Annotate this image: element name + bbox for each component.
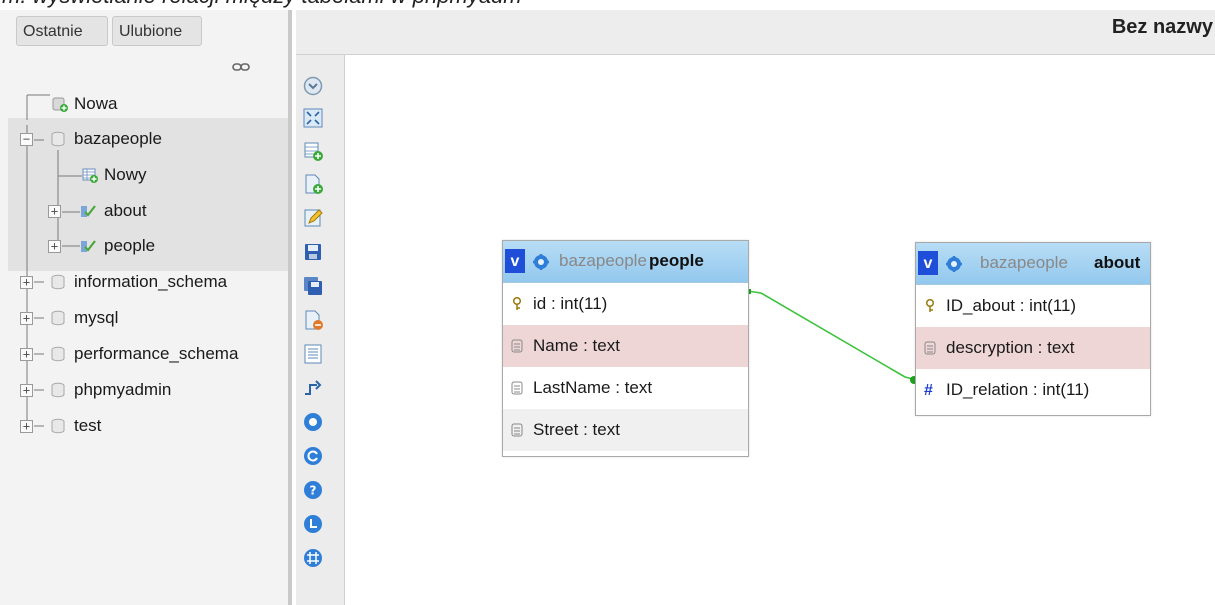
cropped-text-above: m. wyświetlanie relacji między tabelami … bbox=[0, 0, 520, 10]
page-title: Bez nazwy bbox=[1111, 16, 1213, 38]
database-icon bbox=[51, 418, 65, 434]
tree-item-label: performance_schema bbox=[74, 344, 239, 363]
database-icon bbox=[51, 310, 65, 326]
gear-icon[interactable] bbox=[945, 255, 963, 273]
export-icon[interactable] bbox=[302, 343, 324, 365]
add-table-icon[interactable] bbox=[302, 140, 324, 162]
table-name: people bbox=[649, 251, 704, 270]
database-icon bbox=[51, 131, 65, 147]
column-label: descryption : text bbox=[946, 338, 1075, 357]
tree-item-label: about bbox=[104, 201, 147, 220]
column-row[interactable]: ID_about : int(11) bbox=[916, 285, 1150, 327]
expand-icon[interactable]: + bbox=[48, 205, 61, 218]
new-table-icon bbox=[82, 168, 98, 183]
delete-page-icon[interactable] bbox=[302, 309, 324, 331]
table-header[interactable]: v bazapeople people bbox=[503, 241, 748, 283]
column-row[interactable]: id : int(11) bbox=[503, 283, 748, 325]
edit-page-icon[interactable] bbox=[302, 207, 324, 229]
column-label: ID_relation : int(11) bbox=[946, 380, 1090, 399]
table-header[interactable]: v bazapeople about bbox=[916, 243, 1150, 285]
database-icon bbox=[51, 274, 65, 290]
tree-item-label: test bbox=[74, 416, 102, 435]
expand-icon[interactable]: + bbox=[20, 276, 33, 289]
tree-item-label: Nowa bbox=[74, 94, 118, 113]
table-name: about bbox=[1094, 253, 1141, 272]
save-icon[interactable] bbox=[302, 241, 324, 263]
toggle-columns-button[interactable]: v bbox=[918, 251, 938, 275]
navigation-panel: Ostatnie Ulubione Nowa − bazapeople Nowy… bbox=[0, 10, 292, 605]
column-label: ID_about : int(11) bbox=[946, 296, 1077, 315]
designer-table-people[interactable]: v bazapeople people id : int(11) Name : … bbox=[502, 240, 749, 457]
expand-icon[interactable]: + bbox=[20, 420, 33, 433]
angular-links-icon[interactable] bbox=[302, 513, 324, 535]
new-database-icon bbox=[52, 97, 68, 112]
circle-icon[interactable] bbox=[302, 411, 324, 433]
expand-icon[interactable]: + bbox=[20, 312, 33, 325]
designer-toolbar: ? bbox=[296, 55, 345, 605]
svg-text:?: ? bbox=[310, 484, 317, 498]
fullscreen-icon[interactable] bbox=[302, 107, 324, 129]
primary-key-icon bbox=[512, 297, 522, 310]
database-tree: Nowa − bazapeople Nowy + about + people … bbox=[0, 10, 288, 605]
text-column-icon bbox=[511, 339, 523, 353]
column-row[interactable]: # ID_relation : int(11) bbox=[916, 369, 1150, 411]
column-label: Name : text bbox=[533, 336, 620, 355]
tree-item-label: phpmyadmin bbox=[74, 380, 172, 399]
help-icon[interactable]: ? bbox=[302, 479, 324, 501]
reload-icon[interactable] bbox=[302, 445, 324, 467]
expand-icon[interactable]: + bbox=[20, 384, 33, 397]
database-icon bbox=[51, 382, 65, 398]
number-column-icon: # bbox=[924, 382, 933, 399]
table-icon bbox=[81, 240, 96, 252]
tree-item-label: bazapeople bbox=[74, 129, 162, 148]
gear-icon[interactable] bbox=[532, 253, 550, 271]
tree-item-label: Nowy bbox=[104, 165, 147, 184]
designer-header: Bez nazwy bbox=[296, 10, 1215, 55]
table-database-name: bazapeople bbox=[980, 253, 1068, 272]
tree-item-label: mysql bbox=[74, 308, 119, 327]
column-label: LastName : text bbox=[533, 378, 653, 397]
column-row[interactable]: Name : text bbox=[503, 325, 748, 367]
column-row[interactable]: Street : text bbox=[503, 409, 748, 451]
relation-icon[interactable] bbox=[302, 377, 324, 399]
designer-canvas[interactable]: v bazapeople people id : int(11) Name : … bbox=[345, 55, 1215, 605]
toggle-icon[interactable] bbox=[302, 75, 324, 97]
column-row[interactable]: LastName : text bbox=[503, 367, 748, 409]
toggle-columns-button[interactable]: v bbox=[505, 249, 525, 273]
column-label: Street : text bbox=[533, 420, 620, 439]
expand-icon[interactable]: + bbox=[20, 348, 33, 361]
collapse-icon[interactable]: − bbox=[20, 133, 33, 146]
column-row[interactable]: descryption : text bbox=[916, 327, 1150, 369]
text-column-icon bbox=[924, 341, 936, 355]
grid-icon[interactable] bbox=[302, 547, 324, 569]
text-column-icon bbox=[511, 423, 523, 437]
tree-item-label: people bbox=[104, 236, 156, 255]
designer-table-about[interactable]: v bazapeople about ID_about : int(11) de… bbox=[915, 242, 1151, 416]
column-label: id : int(11) bbox=[533, 294, 608, 313]
tree-lines bbox=[26, 94, 82, 430]
table-database-name: bazapeople bbox=[559, 251, 647, 270]
text-column-icon bbox=[511, 381, 523, 395]
new-page-icon[interactable] bbox=[302, 173, 324, 195]
table-icon bbox=[81, 205, 96, 217]
primary-key-icon bbox=[925, 299, 935, 312]
expand-icon[interactable]: + bbox=[48, 240, 61, 253]
database-icon bbox=[51, 346, 65, 362]
tree-item-label: information_schema bbox=[74, 272, 228, 291]
save-as-icon[interactable] bbox=[302, 275, 324, 297]
